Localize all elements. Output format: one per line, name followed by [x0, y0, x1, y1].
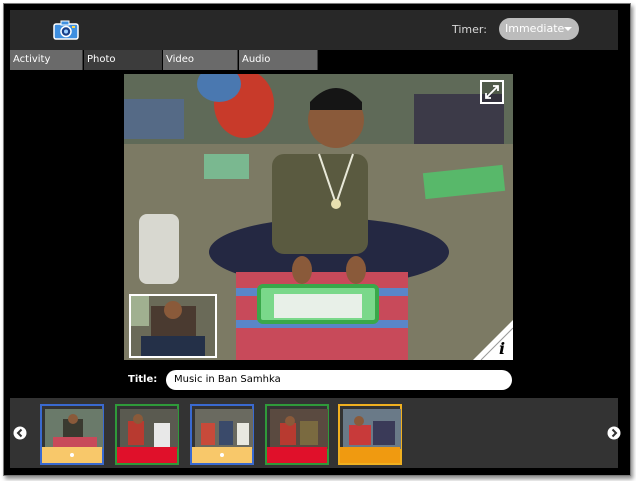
title-label: Title:: [128, 374, 158, 385]
preview-image: [131, 296, 215, 356]
live-preview-thumbnail[interactable]: [129, 294, 217, 358]
tab-video[interactable]: Video: [163, 50, 238, 70]
thumbnail-image: [195, 409, 253, 449]
info-icon: i: [499, 339, 505, 358]
main-photo: i: [124, 74, 513, 360]
thumbnail-audio[interactable]: [338, 404, 402, 465]
thumbnail-photo[interactable]: [40, 404, 104, 465]
chevron-left-icon[interactable]: [13, 426, 27, 440]
thumbnail-type-bar: [192, 447, 252, 463]
toolbar: Timer: Immediate: [10, 10, 618, 50]
thumbnail-image: [343, 409, 401, 449]
thumbnail-image: [120, 409, 178, 449]
thumbnail-type-bar: [42, 447, 102, 463]
thumbnail-type-bar: [267, 447, 327, 463]
timer-select[interactable]: Immediate: [499, 18, 579, 40]
tab-bar: Activity Photo Video Audio: [10, 50, 618, 70]
dot-icon: [220, 453, 224, 457]
timer-label: Timer:: [452, 23, 487, 36]
viewer-area: i Title: Music in Ban Samhka: [10, 70, 618, 398]
info-button[interactable]: i: [473, 320, 513, 360]
thumbnail-type-bar: [340, 447, 400, 463]
tab-photo[interactable]: Photo: [84, 50, 162, 70]
tab-photo-label: Photo: [87, 54, 116, 65]
thumbnail-image: [270, 409, 328, 449]
tab-audio[interactable]: Audio: [239, 50, 318, 70]
timer-select-value: Immediate: [505, 22, 565, 35]
thumbnail-type-bar: [117, 447, 177, 463]
thumbnail-video[interactable]: [115, 404, 179, 465]
title-input[interactable]: Music in Ban Samhka: [166, 370, 512, 390]
thumbnail-photo[interactable]: [190, 404, 254, 465]
thumbnail-tray: [10, 398, 621, 468]
title-row: Title: Music in Ban Samhka: [10, 368, 618, 392]
chevron-right-icon[interactable]: [607, 426, 621, 440]
dot-icon: [70, 453, 74, 457]
camera-icon[interactable]: [52, 19, 80, 41]
chevron-down-icon: [564, 27, 572, 31]
tab-video-label: Video: [166, 54, 195, 65]
tab-activity[interactable]: Activity: [10, 50, 83, 70]
fullscreen-icon: [485, 85, 499, 99]
fullscreen-button[interactable]: [480, 80, 504, 104]
tab-activity-label: Activity: [13, 54, 51, 65]
thumbnail-image: [45, 409, 103, 449]
thumbnail-video[interactable]: [265, 404, 329, 465]
tab-audio-label: Audio: [242, 54, 271, 65]
